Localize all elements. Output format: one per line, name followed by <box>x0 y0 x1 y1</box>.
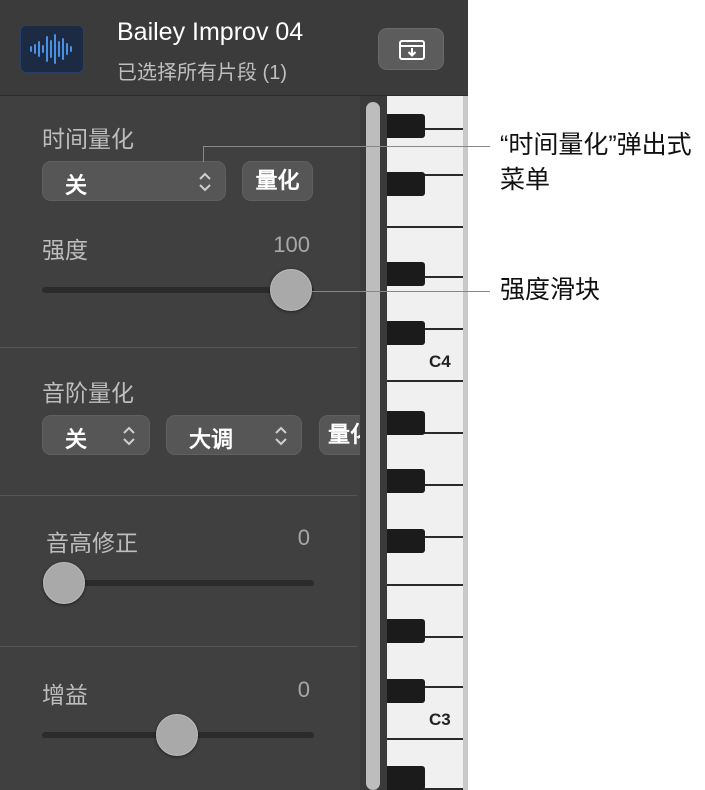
up-down-chevron-icon <box>123 426 135 446</box>
inspector-header: Bailey Improv 04 已选择所有片段 (1) <box>0 0 468 96</box>
note-label-c3: C3 <box>429 710 451 729</box>
scale-quantize-label: 音阶量化 <box>42 380 134 406</box>
controls-panel: 时间量化 关 量化 强度 100 音阶量化 关 大调 量化 音高修正 0 增益 … <box>0 96 390 790</box>
piano-keyboard[interactable]: C4 C3 <box>387 96 468 790</box>
strength-label: 强度 <box>42 237 88 263</box>
callout-leader <box>203 146 204 162</box>
white-key-divider <box>387 738 468 740</box>
gain-label: 增益 <box>42 682 88 708</box>
black-key[interactable] <box>387 529 425 553</box>
black-key[interactable] <box>387 679 425 703</box>
section-divider <box>0 495 357 496</box>
region-name: Bailey Improv 04 <box>117 18 304 46</box>
black-key[interactable] <box>387 411 425 435</box>
black-key[interactable] <box>387 469 425 493</box>
white-key-divider <box>387 380 468 382</box>
black-key[interactable] <box>387 766 425 790</box>
waveform-icon <box>30 34 72 64</box>
callout-strength-slider: 强度滑块 <box>500 276 601 304</box>
callout-time-quantize-popup: “时间量化”弹出式菜单 <box>500 131 692 194</box>
scale-type-popup-value: 大调 <box>189 427 234 452</box>
callout-leader <box>312 291 490 292</box>
time-quantize-popup-value: 关 <box>65 173 88 198</box>
black-key[interactable] <box>387 321 425 345</box>
white-key-divider <box>387 226 468 228</box>
keyboard-edge <box>463 96 468 790</box>
selection-status: 已选择所有片段 (1) <box>117 62 287 84</box>
scrollbar-thumb[interactable] <box>366 102 380 790</box>
scale-type-popup[interactable]: 大调 <box>166 415 302 455</box>
download-tray-icon <box>399 40 425 60</box>
white-key-divider <box>387 584 468 586</box>
time-quantize-label: 时间量化 <box>42 126 134 152</box>
gain-slider-knob[interactable] <box>156 714 198 756</box>
time-quantize-popup[interactable]: 关 <box>42 161 226 201</box>
black-key[interactable] <box>387 619 425 643</box>
black-key[interactable] <box>387 172 425 196</box>
strength-slider-knob[interactable] <box>270 269 312 311</box>
scale-root-popup-value: 关 <box>65 427 88 452</box>
time-quantize-button[interactable]: 量化 <box>242 161 313 201</box>
up-down-chevron-icon <box>199 172 211 192</box>
pitch-correction-value: 0 <box>297 525 310 550</box>
strength-value: 100 <box>273 232 310 257</box>
black-key[interactable] <box>387 262 425 286</box>
section-divider <box>0 347 357 348</box>
black-key[interactable] <box>387 114 425 138</box>
gain-value: 0 <box>297 677 310 702</box>
export-button[interactable] <box>378 28 444 70</box>
scale-root-popup[interactable]: 关 <box>42 415 150 455</box>
region-inspector: Bailey Improv 04 已选择所有片段 (1) 时间量化 关 量化 强… <box>0 0 468 790</box>
note-label-c4: C4 <box>429 352 451 371</box>
pitch-correction-label: 音高修正 <box>46 530 138 556</box>
pitch-correction-slider-knob[interactable] <box>43 562 85 604</box>
callout-leader <box>203 146 490 147</box>
up-down-chevron-icon <box>275 426 287 446</box>
section-divider <box>0 646 357 647</box>
region-thumbnail[interactable] <box>20 25 84 73</box>
